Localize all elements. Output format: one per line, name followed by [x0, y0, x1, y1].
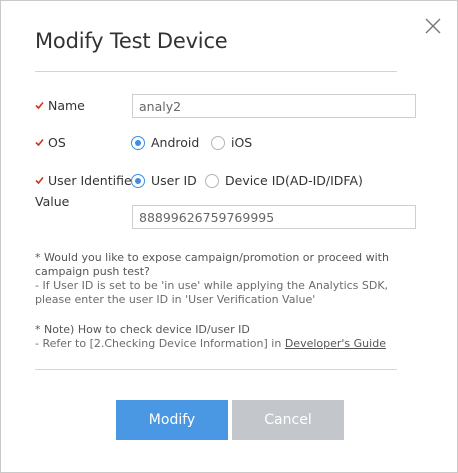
os-radio-android[interactable]: Android [131, 135, 199, 150]
notes-block-1: * Would you like to expose campaign/prom… [35, 251, 425, 307]
identifier-label: User Identifier [48, 173, 137, 188]
radio-unselected-icon [205, 173, 219, 188]
radio-selected-icon [131, 135, 145, 150]
identifier-radio-device-id[interactable]: Device ID(AD-ID/IDFA) [205, 173, 363, 188]
value-input[interactable] [132, 205, 416, 229]
notes-block-2: * Note) How to check device ID/user ID -… [35, 323, 425, 351]
required-check-icon [35, 176, 44, 185]
radio-unselected-icon [211, 135, 225, 150]
os-option-ios-label: iOS [231, 135, 253, 150]
identifier-radio-user-id[interactable]: User ID [131, 173, 197, 188]
modify-button[interactable]: Modify [116, 400, 228, 440]
note-how-to-check: * Note) How to check device ID/user ID [35, 323, 250, 336]
os-radio-ios[interactable]: iOS [211, 135, 252, 150]
close-icon[interactable] [424, 17, 442, 35]
footer-divider [35, 369, 397, 370]
identifier-label-row: User Identifier [35, 173, 137, 188]
note-campaign-question: * Would you like to expose campaign/prom… [35, 251, 389, 278]
note-refer: - Refer to [2.Checking Device Informatio… [35, 337, 425, 351]
developers-guide-link[interactable]: Developer's Guide [285, 337, 386, 350]
required-check-icon [35, 138, 44, 147]
identifier-option-device-id-label: Device ID(AD-ID/IDFA) [225, 173, 363, 188]
os-option-android-label: Android [151, 135, 200, 150]
name-label-row: Name [35, 98, 85, 113]
radio-selected-icon [131, 173, 145, 188]
modify-test-device-dialog: Modify Test Device Name OS Android iOS U… [0, 0, 458, 473]
header-divider [35, 71, 397, 72]
identifier-option-user-id-label: User ID [151, 173, 197, 188]
required-check-icon [35, 101, 44, 110]
name-label: Name [48, 98, 85, 113]
name-input[interactable] [132, 94, 416, 118]
note-refer-text: - Refer to [2.Checking Device Informatio… [35, 337, 285, 350]
os-label-row: OS [35, 135, 66, 150]
value-label: Value [35, 194, 70, 209]
note-user-id-hint: - If User ID is set to be 'in use' while… [35, 279, 389, 306]
cancel-button[interactable]: Cancel [232, 400, 344, 440]
dialog-title: Modify Test Device [35, 29, 228, 53]
os-label: OS [48, 135, 66, 150]
